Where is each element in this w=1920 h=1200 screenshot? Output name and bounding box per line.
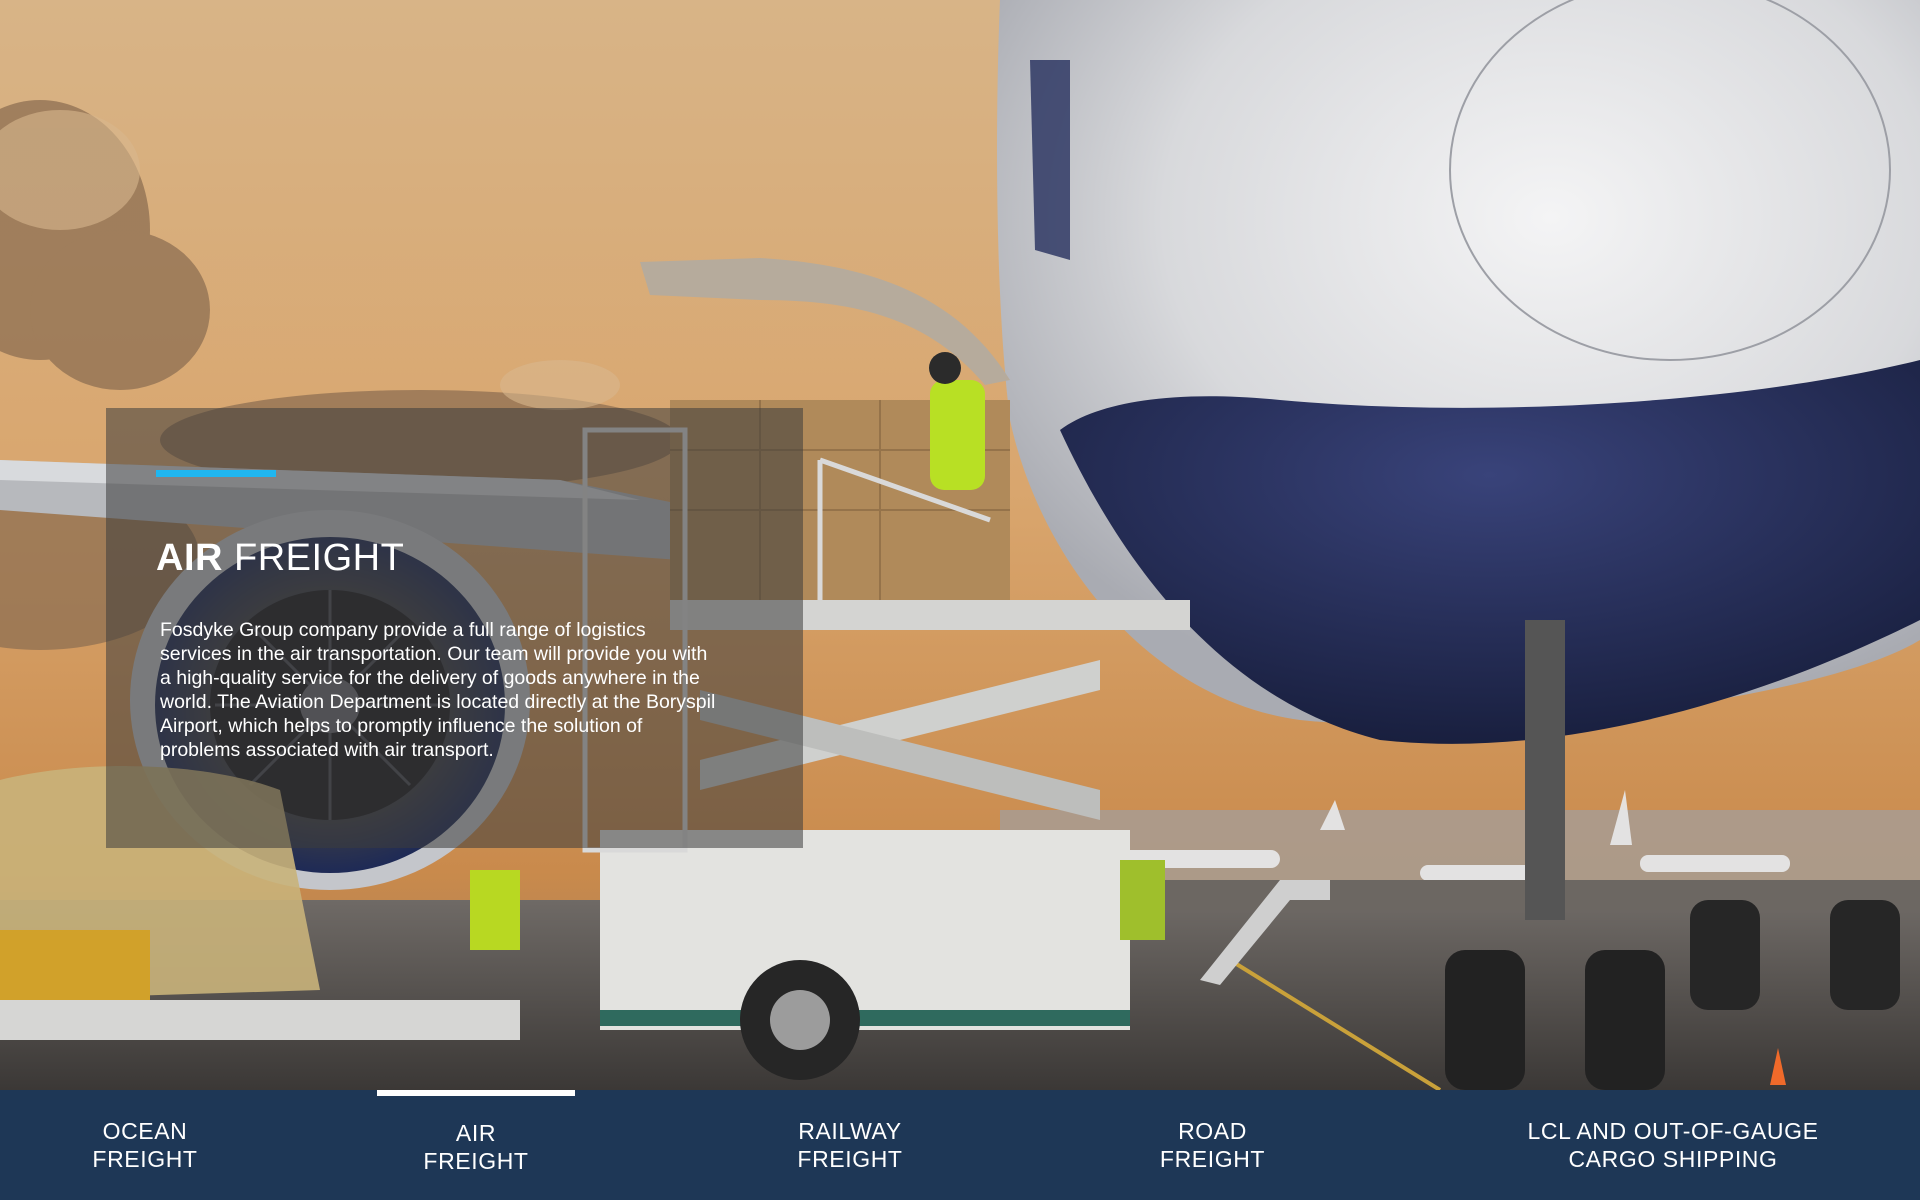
service-tab-bar: OCEAN FREIGHT AIR FREIGHT RAILWAY FREIGH… xyxy=(0,1090,1920,1200)
tab-label-line2: CARGO SHIPPING xyxy=(1568,1146,1778,1172)
tab-label-line2: FREIGHT xyxy=(797,1146,903,1172)
tab-label-line1: ROAD xyxy=(1178,1118,1247,1144)
tab-air-freight[interactable]: AIR FREIGHT xyxy=(376,1090,576,1200)
service-title-rest: FREIGHT xyxy=(234,537,405,579)
page: AIR FREIGHT Fosdyke Group company provid… xyxy=(0,0,1920,1200)
service-title: AIR FREIGHT xyxy=(156,536,404,580)
tab-label-line2: FREIGHT xyxy=(92,1146,198,1172)
tab-label-line1: LCL AND OUT-OF-GAUGE xyxy=(1527,1118,1819,1144)
tab-road-freight[interactable]: ROAD FREIGHT xyxy=(1110,1090,1315,1200)
tab-label-line2: FREIGHT xyxy=(423,1148,529,1174)
tab-ocean-freight[interactable]: OCEAN FREIGHT xyxy=(40,1090,250,1200)
tab-label-line1: AIR xyxy=(455,1120,497,1146)
service-info-panel: AIR FREIGHT Fosdyke Group company provid… xyxy=(106,408,803,848)
service-description: Fosdyke Group company provide a full ran… xyxy=(160,619,716,761)
tab-label-line1: RAILWAY xyxy=(798,1118,902,1144)
tab-label-line1: OCEAN xyxy=(102,1118,188,1144)
tab-lcl-out-of-gauge[interactable]: LCL AND OUT-OF-GAUGE CARGO SHIPPING xyxy=(1480,1090,1866,1200)
accent-underline xyxy=(156,470,276,477)
tab-label-line2: FREIGHT xyxy=(1159,1146,1266,1172)
service-title-bold: AIR xyxy=(156,537,223,579)
tab-railway-freight[interactable]: RAILWAY FREIGHT xyxy=(740,1090,960,1200)
